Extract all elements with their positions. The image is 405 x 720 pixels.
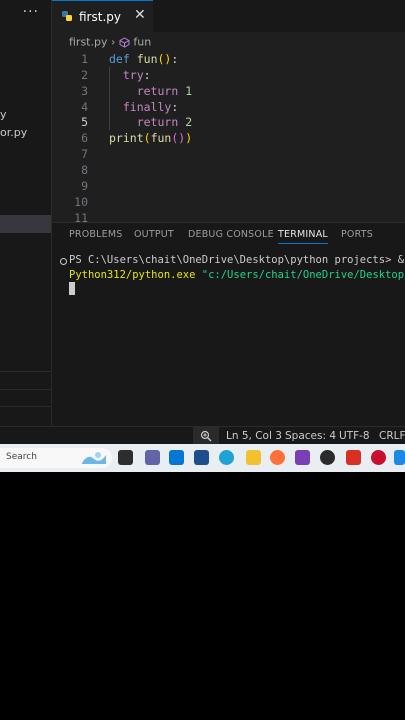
- code-line: finally:: [122, 100, 179, 114]
- bottom-panel: PROBLEMS OUTPUT DEBUG CONSOLE TERMINAL P…: [52, 222, 405, 426]
- teams-icon[interactable]: [145, 450, 160, 465]
- code-line: return 1: [136, 84, 193, 98]
- firefox-icon[interactable]: [270, 450, 285, 465]
- close-tab-icon[interactable]: ✕: [134, 7, 146, 23]
- line-number: 1: [81, 52, 88, 66]
- line-number: 8: [81, 163, 88, 177]
- task-view-icon[interactable]: [118, 450, 133, 465]
- python-file-icon: [62, 11, 72, 21]
- code-line: def fun():: [109, 52, 179, 66]
- line-number: 9: [81, 179, 88, 193]
- app-icon[interactable]: [346, 450, 361, 465]
- explorer-sidebar: ··· y or.py: [0, 0, 52, 426]
- editor-area: first.py ✕ first.py › fun 1 2 3 4 5 6 7 …: [52, 0, 405, 222]
- explorer-file-item[interactable]: y: [0, 108, 7, 121]
- taskbar-search[interactable]: Search: [0, 448, 112, 468]
- tab-output[interactable]: OUTPUT: [134, 229, 174, 240]
- cursor-position[interactable]: Ln 5, Col 3: [226, 430, 282, 442]
- line-number: 7: [81, 147, 88, 161]
- explorer-divider: [0, 371, 51, 372]
- app-icon[interactable]: [295, 450, 310, 465]
- explorer-selected-row[interactable]: [0, 215, 51, 233]
- terminal-line: PS C:\Users\chait\OneDrive\Desktop\pytho…: [69, 254, 405, 266]
- function-symbol-icon: [119, 36, 130, 48]
- explorer-divider: [0, 406, 51, 407]
- terminal-line: Python312/python.exe "c:/Users/chait/One…: [69, 269, 405, 281]
- indentation-setting[interactable]: Spaces: 4: [285, 430, 336, 442]
- tab-problems[interactable]: PROBLEMS: [69, 229, 122, 240]
- tab-debug-console[interactable]: DEBUG CONSOLE: [188, 229, 274, 240]
- line-number: 3: [81, 84, 88, 98]
- terminal-cursor: [69, 282, 75, 295]
- eol-setting[interactable]: CRLF: [379, 430, 405, 442]
- code-line: print(fun()): [109, 131, 193, 145]
- zoom-icon: [200, 430, 212, 442]
- office-icon[interactable]: [371, 450, 386, 465]
- explorer-divider: [0, 389, 51, 390]
- search-highlight-icon: [82, 452, 106, 464]
- zoom-button[interactable]: [193, 427, 219, 444]
- breadcrumb-symbol[interactable]: fun: [133, 36, 151, 49]
- tab-first-py[interactable]: first.py ✕: [52, 0, 153, 32]
- breadcrumb: first.py › fun: [69, 35, 151, 49]
- encoding-setting[interactable]: UTF-8: [339, 430, 370, 442]
- code-line: return 2: [136, 115, 193, 129]
- line-number: 2: [81, 68, 88, 82]
- taskbar: Search: [0, 444, 405, 472]
- app-icon[interactable]: [320, 450, 335, 465]
- explorer-file-item[interactable]: or.py: [0, 126, 27, 139]
- status-bar: Ln 5, Col 3 Spaces: 4 UTF-8 CRLF: [0, 426, 405, 444]
- breadcrumb-separator: ›: [110, 35, 116, 49]
- edge-icon[interactable]: [219, 450, 234, 465]
- line-number: 4: [81, 100, 88, 114]
- editor-tab-bar: first.py ✕: [52, 0, 405, 32]
- code-line: try:: [122, 68, 151, 82]
- file-explorer-icon[interactable]: [246, 450, 261, 465]
- search-label: Search: [6, 452, 37, 462]
- breadcrumb-file[interactable]: first.py: [69, 36, 107, 49]
- dell-icon[interactable]: [169, 450, 184, 465]
- more-actions-icon[interactable]: ···: [23, 4, 39, 20]
- app-icon[interactable]: [194, 450, 209, 465]
- line-number: 10: [74, 195, 88, 209]
- line-number: 5: [81, 115, 88, 129]
- tab-ports[interactable]: PORTS: [341, 229, 373, 240]
- terminal-status-dot-icon: [60, 258, 67, 265]
- tab-terminal[interactable]: TERMINAL: [278, 229, 328, 244]
- line-number: 6: [81, 131, 88, 145]
- tab-label: first.py: [79, 10, 121, 24]
- line-number: 11: [74, 211, 88, 222]
- vscode-icon[interactable]: [394, 450, 405, 465]
